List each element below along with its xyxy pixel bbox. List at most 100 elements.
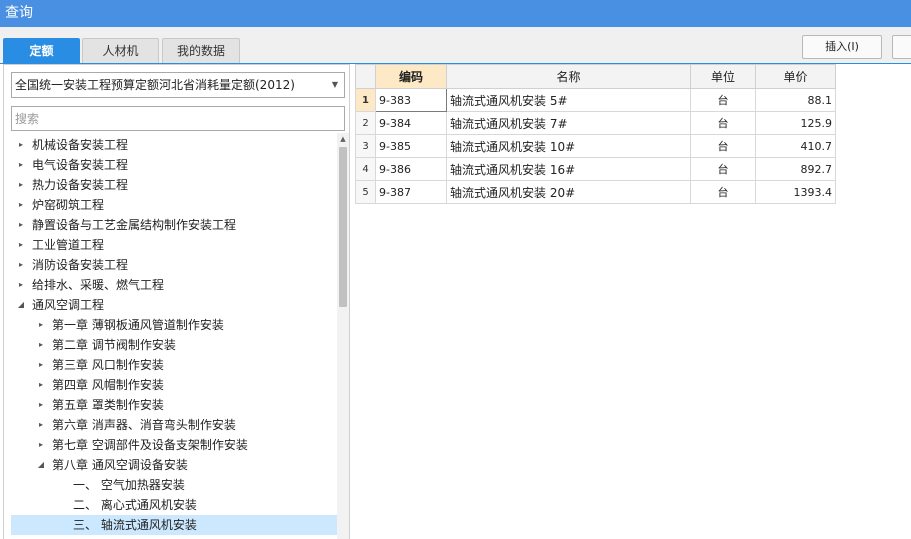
cell-name[interactable]: 轴流式通风机安装 20#	[446, 180, 691, 204]
caret-right-icon[interactable]: ▸	[16, 175, 26, 195]
tree-item-label: 第七章 空调部件及设备支架制作安装	[52, 438, 248, 452]
row-number: 5	[355, 180, 376, 204]
insert-button[interactable]: 插入(I)	[802, 35, 882, 59]
tree-item[interactable]: 三、 轴流式通风机安装	[11, 515, 337, 535]
caret-right-icon[interactable]: ▸	[16, 235, 26, 255]
caret-right-icon[interactable]: ▸	[36, 435, 46, 455]
cell-unit[interactable]: 台	[690, 134, 756, 158]
cell-price[interactable]: 1393.4	[755, 180, 836, 204]
caret-right-icon[interactable]: ▸	[16, 155, 26, 175]
cell-unit[interactable]: 台	[690, 157, 756, 181]
tree-item-label: 静置设备与工艺金属结构制作安装工程	[32, 218, 237, 232]
scroll-up-icon[interactable]: ▲	[337, 133, 349, 145]
cell-name[interactable]: 轴流式通风机安装 16#	[446, 157, 691, 181]
caret-right-icon[interactable]: ▸	[16, 195, 26, 215]
cell-name[interactable]: 轴流式通风机安装 5#	[446, 88, 691, 112]
cell-price[interactable]: 892.7	[755, 157, 836, 181]
table-row[interactable]: 4 9-386 轴流式通风机安装 16# 台 892.7	[355, 157, 836, 181]
column-header-code[interactable]: 编码	[375, 64, 447, 89]
tree-item[interactable]: ▸ 第五章 罩类制作安装	[11, 395, 337, 415]
tab-bar: 定额 人材机 我的数据	[0, 27, 911, 64]
tree-item-label: 第二章 调节阀制作安装	[52, 338, 176, 352]
cell-name[interactable]: 轴流式通风机安装 10#	[446, 134, 691, 158]
row-number: 3	[355, 134, 376, 158]
column-header-price[interactable]: 单价	[755, 64, 836, 89]
tree-item[interactable]: ▸ 工业管道工程	[11, 235, 337, 255]
row-number: 2	[355, 111, 376, 135]
tree-item[interactable]: ▸ 电气设备安装工程	[11, 155, 337, 175]
cell-code[interactable]: 9-386	[375, 157, 447, 181]
cell-unit[interactable]: 台	[690, 180, 756, 204]
caret-down-icon[interactable]: ◢	[36, 455, 46, 475]
tree-item-label: 炉窑砌筑工程	[32, 198, 105, 212]
tree-item-label: 第三章 风口制作安装	[52, 358, 164, 372]
caret-right-icon[interactable]: ▸	[16, 135, 26, 155]
tree-item[interactable]: ▸ 炉窑砌筑工程	[11, 195, 337, 215]
row-number: 1	[355, 88, 376, 112]
table-row[interactable]: 5 9-387 轴流式通风机安装 20# 台 1393.4	[355, 180, 836, 204]
cell-code[interactable]: 9-384	[375, 111, 447, 135]
tab-quota[interactable]: 定额	[3, 38, 80, 64]
tree-item[interactable]: ◢ 第八章 通风空调设备安装	[11, 455, 337, 475]
quota-result-grid: 编码 名称 单位 单价 1 9-383 轴流式通风机安装 5# 台 88.1 2…	[355, 64, 836, 204]
caret-right-icon[interactable]: ▸	[36, 395, 46, 415]
tree-item[interactable]: ▸ 第一章 薄钢板通风管道制作安装	[11, 315, 337, 335]
tab-labor-material-machine[interactable]: 人材机	[82, 38, 159, 64]
cell-code[interactable]: 9-383	[375, 88, 447, 112]
tree-item[interactable]: ▸ 消防设备安装工程	[11, 255, 337, 275]
window-title: 查询	[0, 0, 911, 27]
caret-right-icon[interactable]: ▸	[36, 415, 46, 435]
caret-right-icon[interactable]: ▸	[16, 215, 26, 235]
table-row[interactable]: 2 9-384 轴流式通风机安装 7# 台 125.9	[355, 111, 836, 135]
cell-code[interactable]: 9-387	[375, 180, 447, 204]
tree-item[interactable]: ▸ 机械设备安装工程	[11, 135, 337, 155]
caret-right-icon[interactable]: ▸	[36, 375, 46, 395]
column-header-unit[interactable]: 单位	[690, 64, 756, 89]
tree-item[interactable]: 一、 空气加热器安装	[11, 475, 337, 495]
tree-scrollbar[interactable]: ▲	[337, 133, 349, 539]
tree-item[interactable]: ▸ 第四章 风帽制作安装	[11, 375, 337, 395]
quota-library-select[interactable]: 全国统一安装工程预算定额河北省消耗量定额(2012) ▼	[11, 72, 345, 98]
caret-right-icon[interactable]: ▸	[16, 275, 26, 295]
tab-my-data[interactable]: 我的数据	[162, 38, 240, 64]
tree-item-label: 一、 空气加热器安装	[73, 478, 185, 492]
table-row[interactable]: 1 9-383 轴流式通风机安装 5# 台 88.1	[355, 88, 836, 112]
cell-code[interactable]: 9-385	[375, 134, 447, 158]
tree-item-label: 热力设备安装工程	[32, 178, 129, 192]
tree-item[interactable]: ▸ 静置设备与工艺金属结构制作安装工程	[11, 215, 337, 235]
tree-item-label: 第五章 罩类制作安装	[52, 398, 164, 412]
caret-right-icon[interactable]: ▸	[36, 315, 46, 335]
quota-tree: ▸ 机械设备安装工程 ▸ 电气设备安装工程 ▸ 热力设备安装工程 ▸ 炉窑砌筑工程 ▸ 静置设备与…	[11, 135, 337, 539]
tree-item-label: 给排水、采暖、燃气工程	[32, 278, 165, 292]
cell-price[interactable]: 410.7	[755, 134, 836, 158]
caret-right-icon[interactable]: ▸	[36, 335, 46, 355]
table-row[interactable]: 3 9-385 轴流式通风机安装 10# 台 410.7	[355, 134, 836, 158]
quota-library-value: 全国统一安装工程预算定额河北省消耗量定额(2012)	[15, 78, 295, 92]
column-header-name[interactable]: 名称	[446, 64, 691, 89]
tree-item[interactable]: ▸ 第二章 调节阀制作安装	[11, 335, 337, 355]
cell-price[interactable]: 125.9	[755, 111, 836, 135]
tree-item-label: 第四章 风帽制作安装	[52, 378, 164, 392]
caret-down-icon[interactable]: ◢	[16, 295, 26, 315]
tree-item-label: 第六章 消声器、消音弯头制作安装	[52, 418, 236, 432]
search-input[interactable]	[11, 106, 345, 131]
cell-unit[interactable]: 台	[690, 88, 756, 112]
scrollbar-thumb[interactable]	[339, 147, 347, 307]
row-number-header	[355, 64, 376, 89]
tree-item[interactable]: ◢ 通风空调工程	[11, 295, 337, 315]
toolbar-button-partial[interactable]	[892, 35, 911, 59]
chevron-down-icon: ▼	[331, 80, 338, 89]
cell-price[interactable]: 88.1	[755, 88, 836, 112]
tree-item[interactable]: ▸ 给排水、采暖、燃气工程	[11, 275, 337, 295]
tree-item-label: 三、 轴流式通风机安装	[73, 518, 197, 532]
caret-right-icon[interactable]: ▸	[16, 255, 26, 275]
row-number: 4	[355, 157, 376, 181]
caret-right-icon[interactable]: ▸	[36, 355, 46, 375]
tree-item[interactable]: 二、 离心式通风机安装	[11, 495, 337, 515]
tree-item[interactable]: ▸ 第七章 空调部件及设备支架制作安装	[11, 435, 337, 455]
cell-unit[interactable]: 台	[690, 111, 756, 135]
cell-name[interactable]: 轴流式通风机安装 7#	[446, 111, 691, 135]
tree-item[interactable]: ▸ 第六章 消声器、消音弯头制作安装	[11, 415, 337, 435]
tree-item[interactable]: ▸ 热力设备安装工程	[11, 175, 337, 195]
tree-item[interactable]: ▸ 第三章 风口制作安装	[11, 355, 337, 375]
